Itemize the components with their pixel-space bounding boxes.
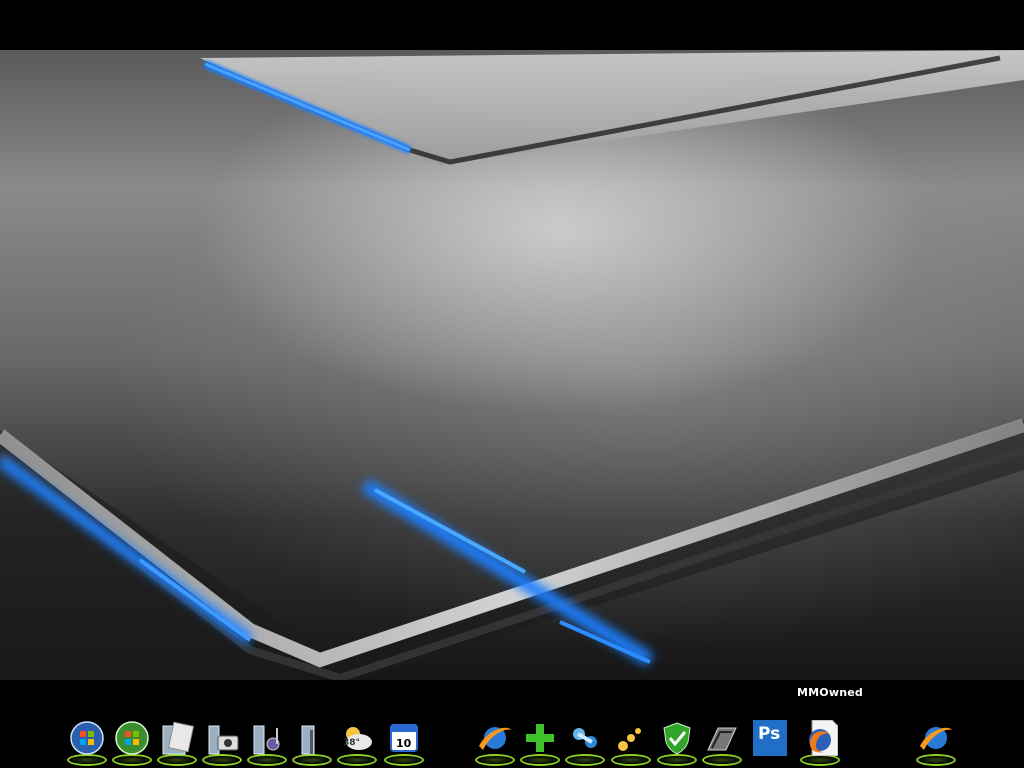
calendar-day: 10 [396,737,412,750]
folder-icon [301,725,315,755]
messenger-button[interactable] [564,718,606,766]
dots-app-icon [618,728,641,751]
recycle-bin-icon [707,727,737,751]
windows-orb-icon [70,721,104,755]
documents-button[interactable] [156,718,198,766]
firefox-icon [809,720,838,756]
dots-app-button[interactable] [610,718,652,766]
top-black-bar [0,0,1024,50]
dock-hover-label: MMOwned [797,686,863,699]
documents-folder-icon [162,721,195,755]
weather-temperature: 38° [343,738,361,748]
internet-explorer-button-2[interactable] [915,718,957,766]
pictures-folder-icon [208,725,239,755]
music-folder-icon [253,725,280,755]
add-button[interactable] [519,718,561,766]
calendar-button[interactable]: 10 [383,718,425,766]
firefox-button[interactable] [799,718,841,766]
internet-explorer-button[interactable] [474,718,516,766]
security-button[interactable] [656,718,698,766]
windows-orb-button[interactable] [66,718,108,766]
windows-start-icon [115,721,149,755]
internet-explorer-icon [479,727,511,750]
add-icon [526,724,554,752]
pictures-button[interactable] [201,718,243,766]
weather-button[interactable]: 38° [336,718,378,766]
messenger-icon [573,728,597,748]
photoshop-button[interactable]: Ps [748,718,790,766]
internet-explorer-icon [920,727,952,750]
security-shield-icon [663,722,691,755]
recycle-bin-button[interactable] [701,718,743,766]
desktop-wallpaper [0,50,1024,680]
windows-start-button[interactable] [111,718,153,766]
folder-button[interactable] [291,718,333,766]
music-button[interactable] [246,718,288,766]
photoshop-label: Ps [758,724,781,744]
